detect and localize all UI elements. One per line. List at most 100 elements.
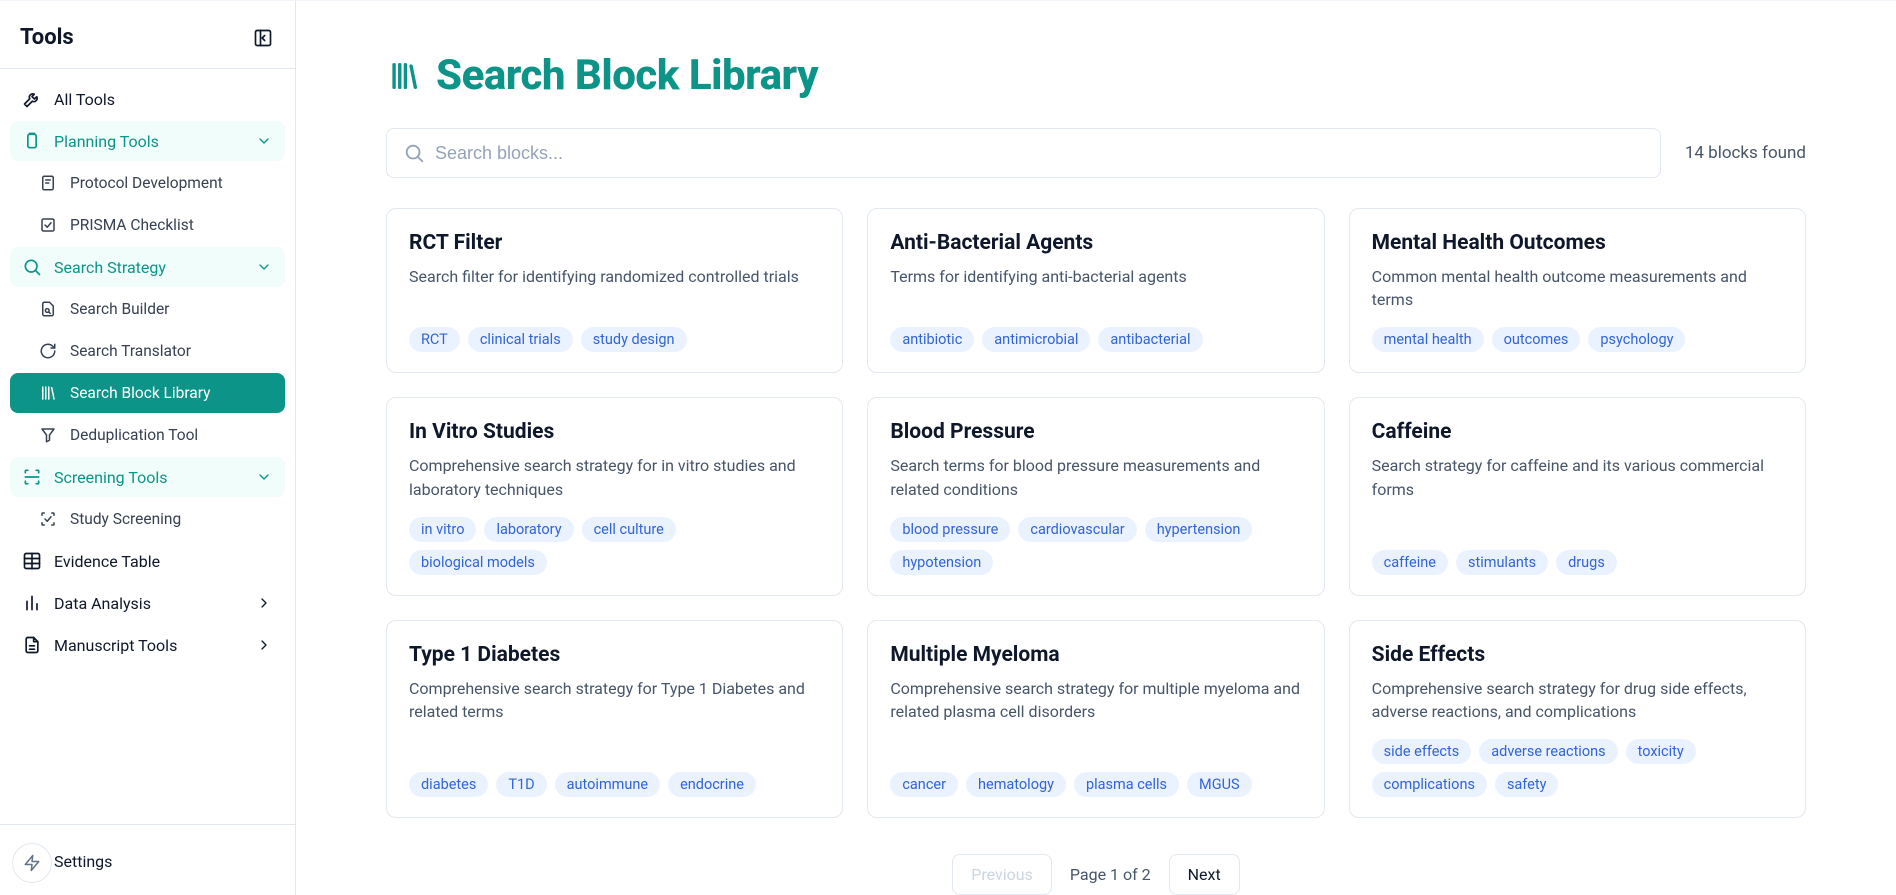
tag[interactable]: laboratory	[484, 517, 573, 542]
tag[interactable]: autoimmune	[555, 772, 660, 797]
tag[interactable]: study design	[581, 327, 687, 352]
tag[interactable]: side effects	[1372, 739, 1472, 764]
block-card[interactable]: RCT FilterSearch filter for identifying …	[386, 208, 843, 373]
sidebar-item-search-translator[interactable]: Search Translator	[10, 331, 285, 371]
sidebar-item-label: Deduplication Tool	[70, 426, 273, 444]
tag[interactable]: toxicity	[1626, 739, 1696, 764]
document-edit-icon	[38, 173, 58, 193]
tag[interactable]: RCT	[409, 327, 460, 352]
search-input[interactable]	[435, 143, 1644, 164]
card-tags: caffeine stimulants drugs	[1372, 550, 1783, 575]
sidebar-item-label: Search Translator	[70, 342, 273, 360]
card-tags: RCT clinical trials study design	[409, 327, 820, 352]
tag[interactable]: caffeine	[1372, 550, 1448, 575]
tag[interactable]: clinical trials	[468, 327, 573, 352]
filter-icon	[38, 425, 58, 445]
card-description: Comprehensive search strategy for in vit…	[409, 454, 820, 500]
sidebar-item-label: Search Builder	[70, 300, 273, 318]
tag[interactable]: hypertension	[1145, 517, 1253, 542]
block-card[interactable]: Type 1 DiabetesComprehensive search stra…	[386, 620, 843, 818]
tag[interactable]: mental health	[1372, 327, 1484, 352]
tag[interactable]: drugs	[1556, 550, 1617, 575]
sidebar-item-data-analysis[interactable]: Data Analysis	[10, 583, 285, 623]
file-text-icon	[22, 635, 42, 655]
sidebar-item-evidence-table[interactable]: Evidence Table	[10, 541, 285, 581]
refresh-icon	[38, 341, 58, 361]
block-card[interactable]: Multiple Myeloma Comprehensive search str…	[867, 620, 1324, 818]
checklist-icon	[38, 215, 58, 235]
tag[interactable]: hematology	[966, 772, 1066, 797]
sidebar-item-manuscript-tools[interactable]: Manuscript Tools	[10, 625, 285, 665]
search-box[interactable]	[386, 128, 1661, 178]
tag[interactable]: hypotension	[890, 550, 993, 575]
tag[interactable]: plasma cells	[1074, 772, 1179, 797]
block-card[interactable]: Blood PressureSearch terms for blood pre…	[867, 397, 1324, 595]
collapse-sidebar-button[interactable]	[251, 26, 275, 50]
tag[interactable]: antibiotic	[890, 327, 974, 352]
card-description: Comprehensive search strategy for multip…	[890, 677, 1301, 756]
card-title: Multiple Myeloma	[890, 643, 1301, 667]
tag[interactable]: complications	[1372, 772, 1487, 797]
sidebar-item-prisma-checklist[interactable]: PRISMA Checklist	[10, 205, 285, 245]
pager: Previous Page 1 of 2 Next	[386, 846, 1806, 895]
cards-grid: RCT FilterSearch filter for identifying …	[386, 208, 1806, 818]
sidebar-item-label: Evidence Table	[54, 552, 273, 571]
sidebar-item-planning-tools[interactable]: Planning Tools	[10, 121, 285, 161]
sidebar-item-label: Study Screening	[70, 510, 273, 528]
card-tags: blood pressure cardiovascular hypertension…	[890, 517, 1301, 575]
card-title: In Vitro Studies	[409, 420, 820, 444]
tag[interactable]: stimulants	[1456, 550, 1548, 575]
search-row: 14 blocks found	[386, 128, 1806, 178]
sidebar-item-search-builder[interactable]: Search Builder	[10, 289, 285, 329]
sidebar-item-protocol-development[interactable]: Protocol Development	[10, 163, 285, 203]
tag[interactable]: adverse reactions	[1479, 739, 1617, 764]
sidebar-item-search-strategy[interactable]: Search Strategy	[10, 247, 285, 287]
block-card[interactable]: Side EffectsComprehensive search strateg…	[1349, 620, 1806, 818]
card-description: Comprehensive search strategy for Type 1…	[409, 677, 820, 756]
file-search-icon	[38, 299, 58, 319]
card-title: Anti-Bacterial Agents	[890, 231, 1301, 255]
chevron-right-icon	[255, 636, 273, 654]
scan-icon	[22, 467, 42, 487]
tag[interactable]: antimicrobial	[982, 327, 1090, 352]
sidebar: Tools All Tools Planning Tools	[0, 1, 296, 895]
tag[interactable]: safety	[1495, 772, 1559, 797]
sidebar-item-label: PRISMA Checklist	[70, 216, 273, 234]
block-card[interactable]: Anti-Bacterial AgentsTerms for identifyi…	[867, 208, 1324, 373]
sidebar-item-label: Planning Tools	[54, 132, 243, 151]
tag[interactable]: biological models	[409, 550, 547, 575]
card-title: Mental Health Outcomes	[1372, 231, 1783, 255]
tag[interactable]: psychology	[1588, 327, 1685, 352]
chevron-right-icon	[255, 594, 273, 612]
tag[interactable]: cardiovascular	[1018, 517, 1136, 542]
sidebar-item-study-screening[interactable]: Study Screening	[10, 499, 285, 539]
tag[interactable]: endocrine	[668, 772, 756, 797]
sidebar-item-screening-tools[interactable]: Screening Tools	[10, 457, 285, 497]
sidebar-item-label: Search Strategy	[54, 258, 243, 277]
card-description: Search filter for identifying randomized…	[409, 265, 820, 311]
next-button[interactable]: Next	[1169, 854, 1240, 895]
card-tags: mental health outcomes psychology	[1372, 327, 1783, 352]
bar-chart-icon	[22, 593, 42, 613]
tag[interactable]: blood pressure	[890, 517, 1010, 542]
divider	[0, 68, 295, 69]
tag[interactable]: cancer	[890, 772, 958, 797]
block-card[interactable]: CaffeineSearch strategy for caffeine and…	[1349, 397, 1806, 595]
sidebar-item-search-block-library[interactable]: Search Block Library	[10, 373, 285, 413]
sidebar-item-deduplication-tool[interactable]: Deduplication Tool	[10, 415, 285, 455]
tag[interactable]: outcomes	[1492, 327, 1581, 352]
scan-check-icon	[38, 509, 58, 529]
tag[interactable]: MGUS	[1187, 772, 1252, 797]
previous-button[interactable]: Previous	[952, 854, 1052, 895]
sidebar-item-all-tools[interactable]: All Tools	[10, 79, 285, 119]
block-card[interactable]: In Vitro Studies Comprehensive search str…	[386, 397, 843, 595]
tag[interactable]: in vitro	[409, 517, 476, 542]
tag[interactable]: antibacterial	[1098, 327, 1202, 352]
quick-action-button[interactable]	[12, 843, 52, 883]
block-card[interactable]: Mental Health OutcomesCommon mental heal…	[1349, 208, 1806, 373]
tag[interactable]: diabetes	[409, 772, 488, 797]
tag[interactable]: T1D	[496, 772, 546, 797]
card-tags: side effects adverse reactions toxicity com…	[1372, 739, 1783, 797]
tag[interactable]: cell culture	[582, 517, 676, 542]
card-tags: antibiotic antimicrobial antibacterial	[890, 327, 1301, 352]
